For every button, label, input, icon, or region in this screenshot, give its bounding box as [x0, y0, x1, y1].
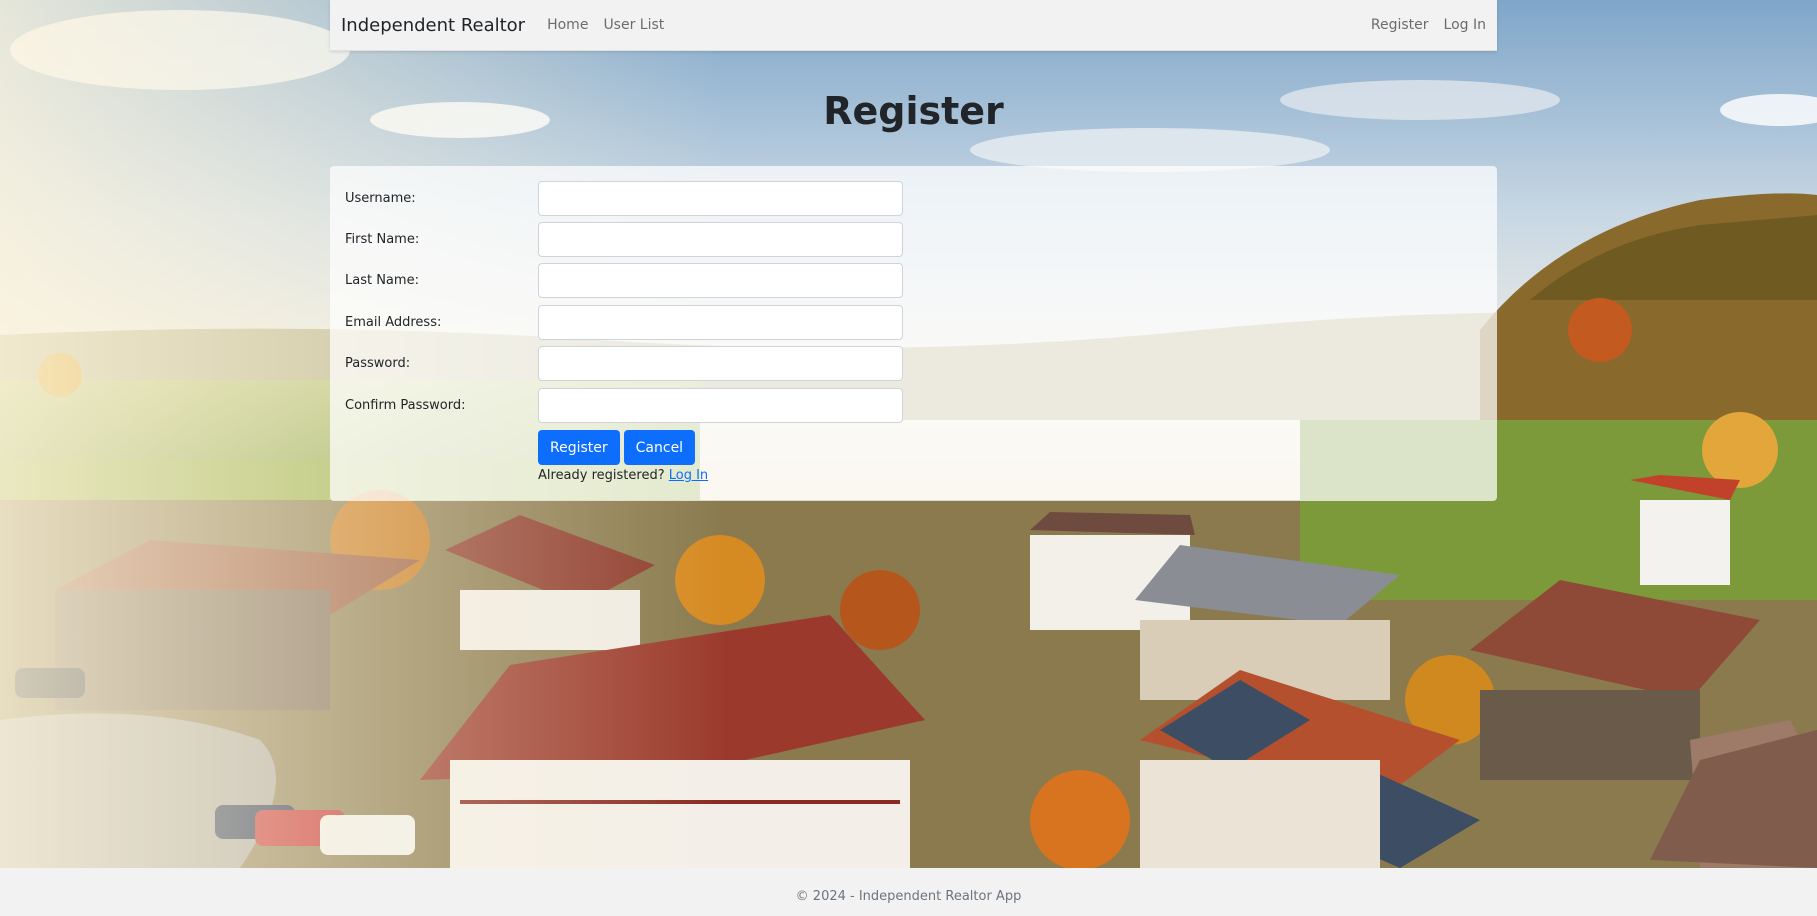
cancel-button[interactable]: Cancel — [623, 430, 696, 465]
page-title: Register — [823, 89, 1004, 133]
last-name-label: Last Name: — [345, 273, 419, 288]
nav-link-user-list[interactable]: User List — [603, 17, 664, 33]
nav-link-home[interactable]: Home — [547, 17, 588, 33]
first-name-row: First Name: — [345, 222, 903, 257]
username-label: Username: — [345, 191, 416, 206]
username-row: Username: — [345, 181, 903, 216]
confirm-password-input[interactable] — [538, 388, 903, 423]
footer-copyright: © 2024 - Independent Realtor App — [795, 889, 1022, 904]
password-row: Password: — [345, 346, 903, 381]
first-name-input[interactable] — [538, 222, 903, 257]
form-buttons: Register Cancel — [538, 430, 696, 465]
already-registered: Already registered? Log In — [538, 468, 708, 483]
nav-link-login[interactable]: Log In — [1444, 17, 1486, 33]
last-name-row: Last Name: — [345, 263, 903, 298]
footer: © 2024 - Independent Realtor App — [0, 868, 1817, 916]
first-name-label: First Name: — [345, 232, 420, 247]
already-registered-text: Already registered? — [538, 468, 665, 483]
email-input[interactable] — [538, 305, 903, 340]
email-label: Email Address: — [345, 315, 442, 330]
nav-right-group: Register Log In — [1356, 17, 1486, 33]
login-link[interactable]: Log In — [669, 468, 708, 483]
password-input[interactable] — [538, 346, 903, 381]
nav-link-register[interactable]: Register — [1371, 17, 1429, 33]
email-row: Email Address: — [345, 305, 903, 340]
brand-link[interactable]: Independent Realtor — [341, 15, 525, 36]
confirm-password-row: Confirm Password: — [345, 388, 903, 423]
register-button[interactable]: Register — [538, 430, 620, 465]
top-navbar: Independent Realtor Home User List Regis… — [330, 0, 1497, 51]
last-name-input[interactable] — [538, 263, 903, 298]
confirm-password-label: Confirm Password: — [345, 398, 466, 413]
register-form-panel: Username: First Name: Last Name: Email A… — [330, 166, 1497, 501]
password-label: Password: — [345, 356, 411, 371]
username-input[interactable] — [538, 181, 903, 216]
